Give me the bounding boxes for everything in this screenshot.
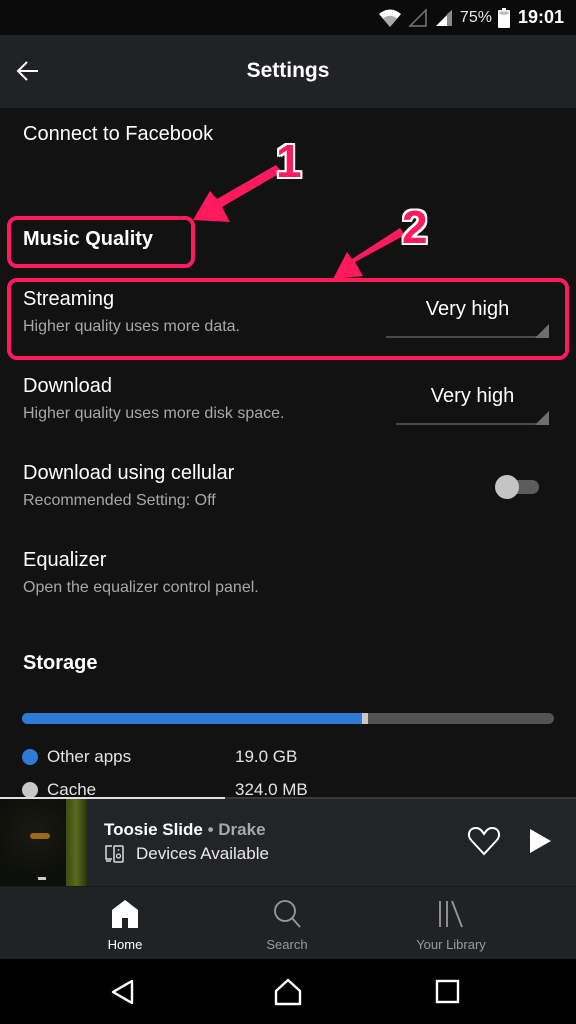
nav-your-library[interactable]: Your Library bbox=[376, 887, 526, 960]
streaming-subtitle: Higher quality uses more data. bbox=[23, 318, 240, 335]
download-cellular-title: Download using cellular bbox=[23, 462, 235, 484]
dropdown-underline bbox=[396, 423, 549, 425]
library-icon bbox=[439, 900, 463, 928]
mobile-signal-empty-icon bbox=[408, 7, 428, 28]
dropdown-caret-icon bbox=[535, 324, 549, 338]
legend-value: 324.0 MB bbox=[235, 780, 308, 798]
streaming-title: Streaming bbox=[23, 288, 115, 310]
download-quality-value: Very high bbox=[430, 385, 515, 407]
status-bar: 75% 19:01 bbox=[0, 0, 576, 35]
album-art bbox=[0, 799, 87, 886]
track-separator: • bbox=[202, 820, 219, 839]
storage-usage-bar bbox=[22, 713, 554, 724]
annotation-number-1: 1 bbox=[276, 135, 302, 187]
equalizer-title: Equalizer bbox=[23, 549, 107, 571]
home-outline-icon bbox=[274, 978, 302, 1006]
storage-legend-cache: Cache 324.0 MB bbox=[22, 779, 308, 798]
equalizer-subtitle: Open the equalizer control panel. bbox=[23, 579, 259, 596]
streaming-quality-value: Very high bbox=[425, 298, 510, 320]
artist-name: Drake bbox=[218, 820, 266, 839]
streaming-quality-dropdown[interactable]: Very high bbox=[386, 298, 549, 338]
download-cellular-subtitle: Recommended Setting: Off bbox=[23, 492, 216, 509]
heart-icon bbox=[467, 826, 501, 856]
battery-icon bbox=[497, 7, 510, 28]
devices-icon bbox=[105, 845, 124, 863]
download-quality-dropdown[interactable]: Very high bbox=[396, 385, 549, 425]
nav-home[interactable]: Home bbox=[50, 887, 200, 960]
app-header: Settings bbox=[0, 35, 576, 108]
nav-search[interactable]: Search bbox=[212, 887, 362, 960]
system-home-button[interactable] bbox=[273, 977, 303, 1007]
legend-label: Other apps bbox=[47, 747, 132, 766]
back-triangle-icon bbox=[111, 979, 134, 1005]
storage-segment-other-apps bbox=[22, 713, 363, 724]
search-icon bbox=[274, 900, 301, 928]
devices-available-button[interactable]: Devices Available bbox=[104, 844, 269, 864]
now-playing-bar[interactable]: Toosie Slide • Drake Devices Available bbox=[0, 799, 576, 886]
recents-square-icon bbox=[435, 979, 460, 1004]
legend-dot-gray bbox=[22, 782, 38, 798]
track-name: Toosie Slide bbox=[104, 820, 203, 839]
storage-segment-cache bbox=[362, 713, 369, 724]
storage-legend-other-apps: Other apps 19.0 GB bbox=[22, 746, 297, 768]
system-recents-button[interactable] bbox=[433, 977, 463, 1007]
home-icon bbox=[112, 900, 138, 928]
download-subtitle: Higher quality uses more disk space. bbox=[23, 405, 285, 422]
legend-label: Cache bbox=[47, 780, 97, 798]
clock: 19:01 bbox=[517, 7, 564, 27]
nav-your-library-label: Your Library bbox=[416, 937, 486, 952]
music-quality-heading: Music Quality bbox=[23, 228, 154, 250]
devices-available-label: Devices Available bbox=[136, 844, 269, 863]
nav-search-label: Search bbox=[266, 937, 308, 952]
now-playing-title: Toosie Slide • Drake bbox=[104, 820, 266, 840]
settings-list[interactable]: Connect to Facebook Music Quality Stream… bbox=[0, 108, 576, 798]
nav-home-label: Home bbox=[107, 937, 143, 952]
bottom-navigation: Home Search Your Library bbox=[0, 886, 576, 959]
cell-signal-icon bbox=[434, 8, 454, 28]
system-back-button[interactable] bbox=[108, 977, 138, 1007]
play-button[interactable] bbox=[525, 825, 555, 857]
dropdown-underline bbox=[386, 336, 549, 338]
play-icon bbox=[530, 829, 551, 853]
dropdown-caret-icon bbox=[535, 411, 549, 425]
legend-dot-blue bbox=[22, 749, 38, 765]
legend-value: 19.0 GB bbox=[235, 747, 298, 766]
toggle-thumb bbox=[495, 475, 519, 499]
storage-heading: Storage bbox=[23, 652, 98, 674]
like-button[interactable] bbox=[467, 825, 501, 857]
page-title: Settings bbox=[246, 59, 330, 82]
system-navigation-bar bbox=[0, 959, 576, 1024]
download-cellular-toggle[interactable] bbox=[493, 474, 541, 500]
annotation-number-2: 2 bbox=[402, 201, 428, 253]
connect-facebook-item[interactable]: Connect to Facebook bbox=[23, 123, 213, 146]
wifi-icon bbox=[378, 8, 402, 28]
download-title: Download bbox=[23, 375, 112, 397]
battery-percentage: 75% bbox=[459, 8, 492, 26]
